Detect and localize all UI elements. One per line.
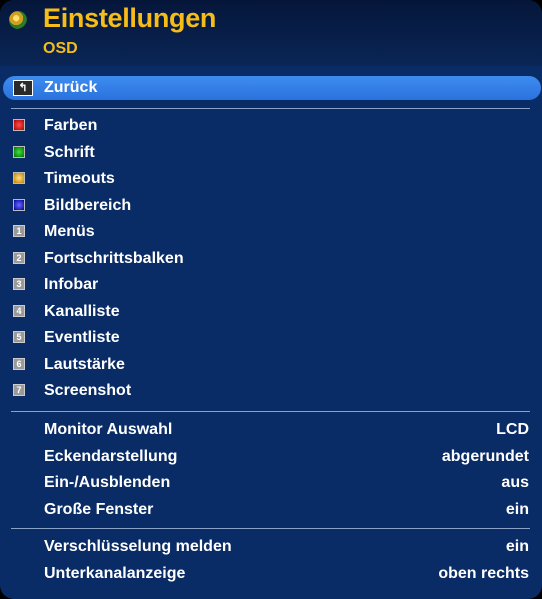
menu-item-bildbereich[interactable]: Bildbereich [0,193,542,219]
red-key-icon [13,119,25,131]
setting-label: Große Fenster [44,501,154,518]
menu-item-label: Lautstärke [44,356,125,373]
yellow-key-icon [13,172,25,184]
menu-item-infobar[interactable]: 3 Infobar [0,272,542,298]
menu-item-label: Screenshot [44,382,132,399]
back-button[interactable]: ↰ Zurück [3,76,541,100]
setting-verschluesselung-melden[interactable]: Verschlüsselung melden ein [0,534,542,560]
setting-value: ein [505,538,529,555]
setting-grosse-fenster[interactable]: Große Fenster ein [0,497,542,523]
separator [11,411,530,412]
number-key-2-icon: 2 [13,252,25,264]
menu-item-menus[interactable]: 1 Menüs [0,219,542,245]
setting-label: Unterkanalanzeige [44,565,186,582]
back-label: Zurück [44,79,98,96]
menu-item-label: Timeouts [44,170,115,187]
setting-value: oben rechts [438,565,529,582]
menu-item-timeouts[interactable]: Timeouts [0,166,542,192]
menu-item-schrift[interactable]: Schrift [0,140,542,166]
number-key-6-icon: 6 [13,358,25,370]
number-key-3-icon: 3 [13,278,25,290]
setting-unterkanalanzeige[interactable]: Unterkanalanzeige oben rechts [0,561,542,587]
number-key-1-icon: 1 [13,225,25,237]
osd-window: Einstellungen OSD ↰ Zurück Farben Schrif… [0,0,542,599]
app-logo-icon [9,11,27,29]
menu-item-farben[interactable]: Farben [0,113,542,139]
menu-item-lautstaerke[interactable]: 6 Lautstärke [0,352,542,378]
header: Einstellungen OSD [0,0,542,66]
setting-label: Eckendarstellung [44,448,178,465]
menu-item-label: Schrift [44,144,95,161]
menu-item-label: Menüs [44,223,95,240]
setting-value: ein [505,501,529,518]
setting-label: Ein-/Ausblenden [44,474,171,491]
setting-label: Verschlüsselung melden [44,538,232,555]
setting-value: abgerundet [441,448,529,465]
setting-monitor-auswahl[interactable]: Monitor Auswahl LCD [0,417,542,443]
menu-item-fortschrittsbalken[interactable]: 2 Fortschrittsbalken [0,246,542,272]
page-title: Einstellungen [43,3,217,33]
menu-item-label: Fortschrittsbalken [44,250,184,267]
page-subtitle: OSD [43,40,78,57]
menu-item-label: Farben [44,117,98,134]
menu-item-eventliste[interactable]: 5 Eventliste [0,325,542,351]
setting-eckendarstellung[interactable]: Eckendarstellung abgerundet [0,444,542,470]
menu-body: ↰ Zurück Farben Schrift Timeouts Bildber… [0,66,542,599]
setting-label: Monitor Auswahl [44,421,173,438]
menu-item-kanalliste[interactable]: 4 Kanalliste [0,299,542,325]
menu-item-label: Kanalliste [44,303,120,320]
setting-ein-ausblenden[interactable]: Ein-/Ausblenden aus [0,470,542,496]
separator [11,108,530,109]
menu-item-screenshot[interactable]: 7 Screenshot [0,378,542,404]
separator [11,528,530,529]
menu-item-label: Eventliste [44,329,120,346]
setting-value: aus [501,474,529,491]
back-arrow-icon: ↰ [13,80,33,96]
green-key-icon [13,146,25,158]
blue-key-icon [13,199,25,211]
menu-item-label: Bildbereich [44,197,132,214]
setting-value: LCD [496,421,529,438]
number-key-5-icon: 5 [13,331,25,343]
menu-item-label: Infobar [44,276,99,293]
number-key-4-icon: 4 [13,305,25,317]
number-key-7-icon: 7 [13,384,25,396]
